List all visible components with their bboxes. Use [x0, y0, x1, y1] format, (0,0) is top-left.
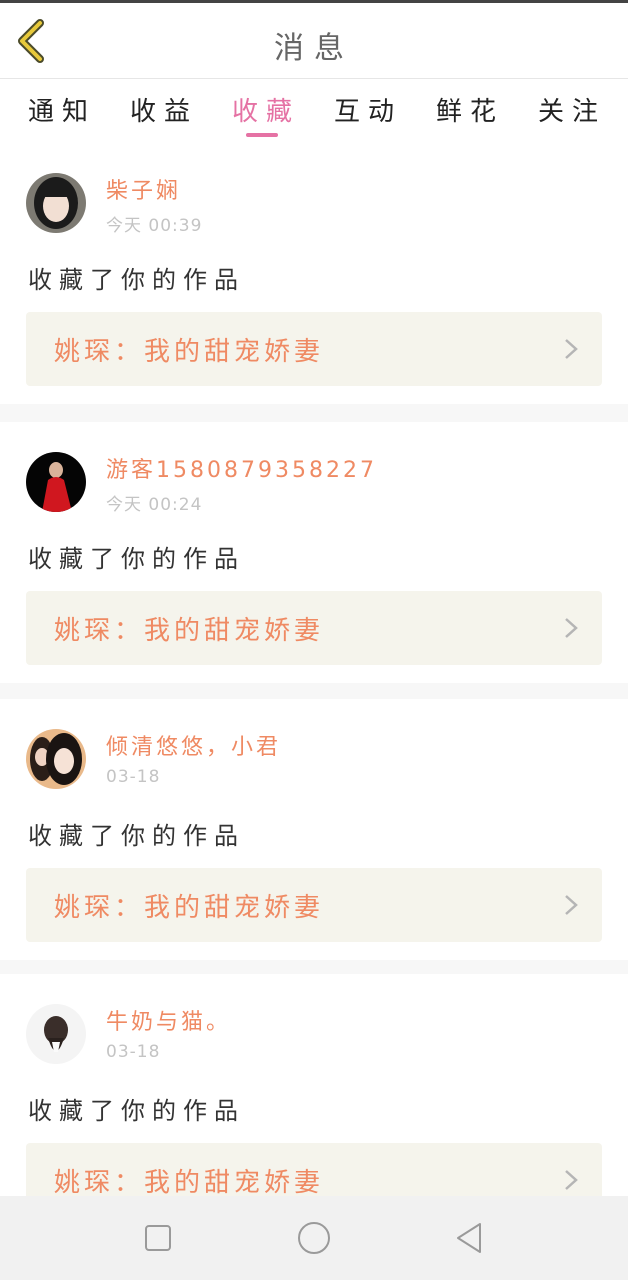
- work-title: 姚琛：我的甜宠娇妻: [54, 337, 325, 367]
- chevron-right-icon: [565, 618, 578, 638]
- action-text: 收藏了你的作品: [28, 1097, 245, 1125]
- user-name[interactable]: 游客15808793582​27: [106, 452, 377, 484]
- action-text: 收藏了你的作品: [28, 545, 245, 573]
- tab-flowers[interactable]: 鲜花: [436, 91, 504, 128]
- square-icon[interactable]: [140, 1220, 176, 1256]
- user-name[interactable]: 倾清悠悠，小君: [106, 729, 281, 761]
- action-text: 收藏了你的作品: [28, 822, 245, 850]
- timestamp: 03-18: [106, 767, 161, 787]
- user-name[interactable]: 柴子娴: [106, 173, 181, 205]
- work-link[interactable]: 姚琛：我的甜宠娇妻: [26, 591, 602, 665]
- work-title: 姚琛：我的甜宠娇妻: [54, 616, 325, 646]
- user-name[interactable]: 牛奶与猫。: [106, 1004, 231, 1036]
- active-tab-indicator: [246, 133, 278, 137]
- chevron-right-icon: [565, 339, 578, 359]
- avatar[interactable]: [26, 452, 86, 512]
- tab-follows[interactable]: 关注: [538, 91, 606, 128]
- action-text: 收藏了你的作品: [28, 266, 245, 294]
- system-navigation-bar: [0, 1196, 628, 1280]
- list-item: 游客15808793582​27 今天 00:24 收藏了你的作品 姚琛：我的甜…: [0, 422, 628, 683]
- avatar[interactable]: [26, 1004, 86, 1064]
- list-item: 倾清悠悠，小君 03-18 收藏了你的作品 姚琛：我的甜宠娇妻: [0, 699, 628, 960]
- chevron-right-icon: [565, 1170, 578, 1190]
- triangle-back-icon[interactable]: [452, 1220, 488, 1256]
- tab-earnings[interactable]: 收益: [130, 91, 198, 128]
- tab-bar: 通知 收益 收藏 互动 鲜花 关注: [0, 79, 628, 143]
- list-item: 柴子娴 今天 00:39 收藏了你的作品 姚琛：我的甜宠娇妻: [0, 143, 628, 404]
- work-link[interactable]: 姚琛：我的甜宠娇妻: [26, 312, 602, 386]
- timestamp: 今天 00:24: [106, 495, 203, 515]
- tab-favorites[interactable]: 收藏: [232, 91, 300, 128]
- tab-notifications[interactable]: 通知: [28, 91, 96, 128]
- avatar[interactable]: [26, 173, 86, 233]
- work-title: 姚琛：我的甜宠娇妻: [54, 1168, 325, 1198]
- tab-interactions[interactable]: 互动: [334, 91, 402, 128]
- page-title: 消息: [274, 31, 354, 66]
- work-title: 姚琛：我的甜宠娇妻: [54, 893, 325, 923]
- timestamp: 今天 00:39: [106, 216, 203, 236]
- avatar[interactable]: [26, 729, 86, 789]
- timestamp: 03-18: [106, 1042, 161, 1062]
- work-link[interactable]: 姚琛：我的甜宠娇妻: [26, 868, 602, 942]
- header: 消息: [0, 3, 628, 79]
- chevron-right-icon: [565, 895, 578, 915]
- circle-icon[interactable]: [296, 1220, 332, 1256]
